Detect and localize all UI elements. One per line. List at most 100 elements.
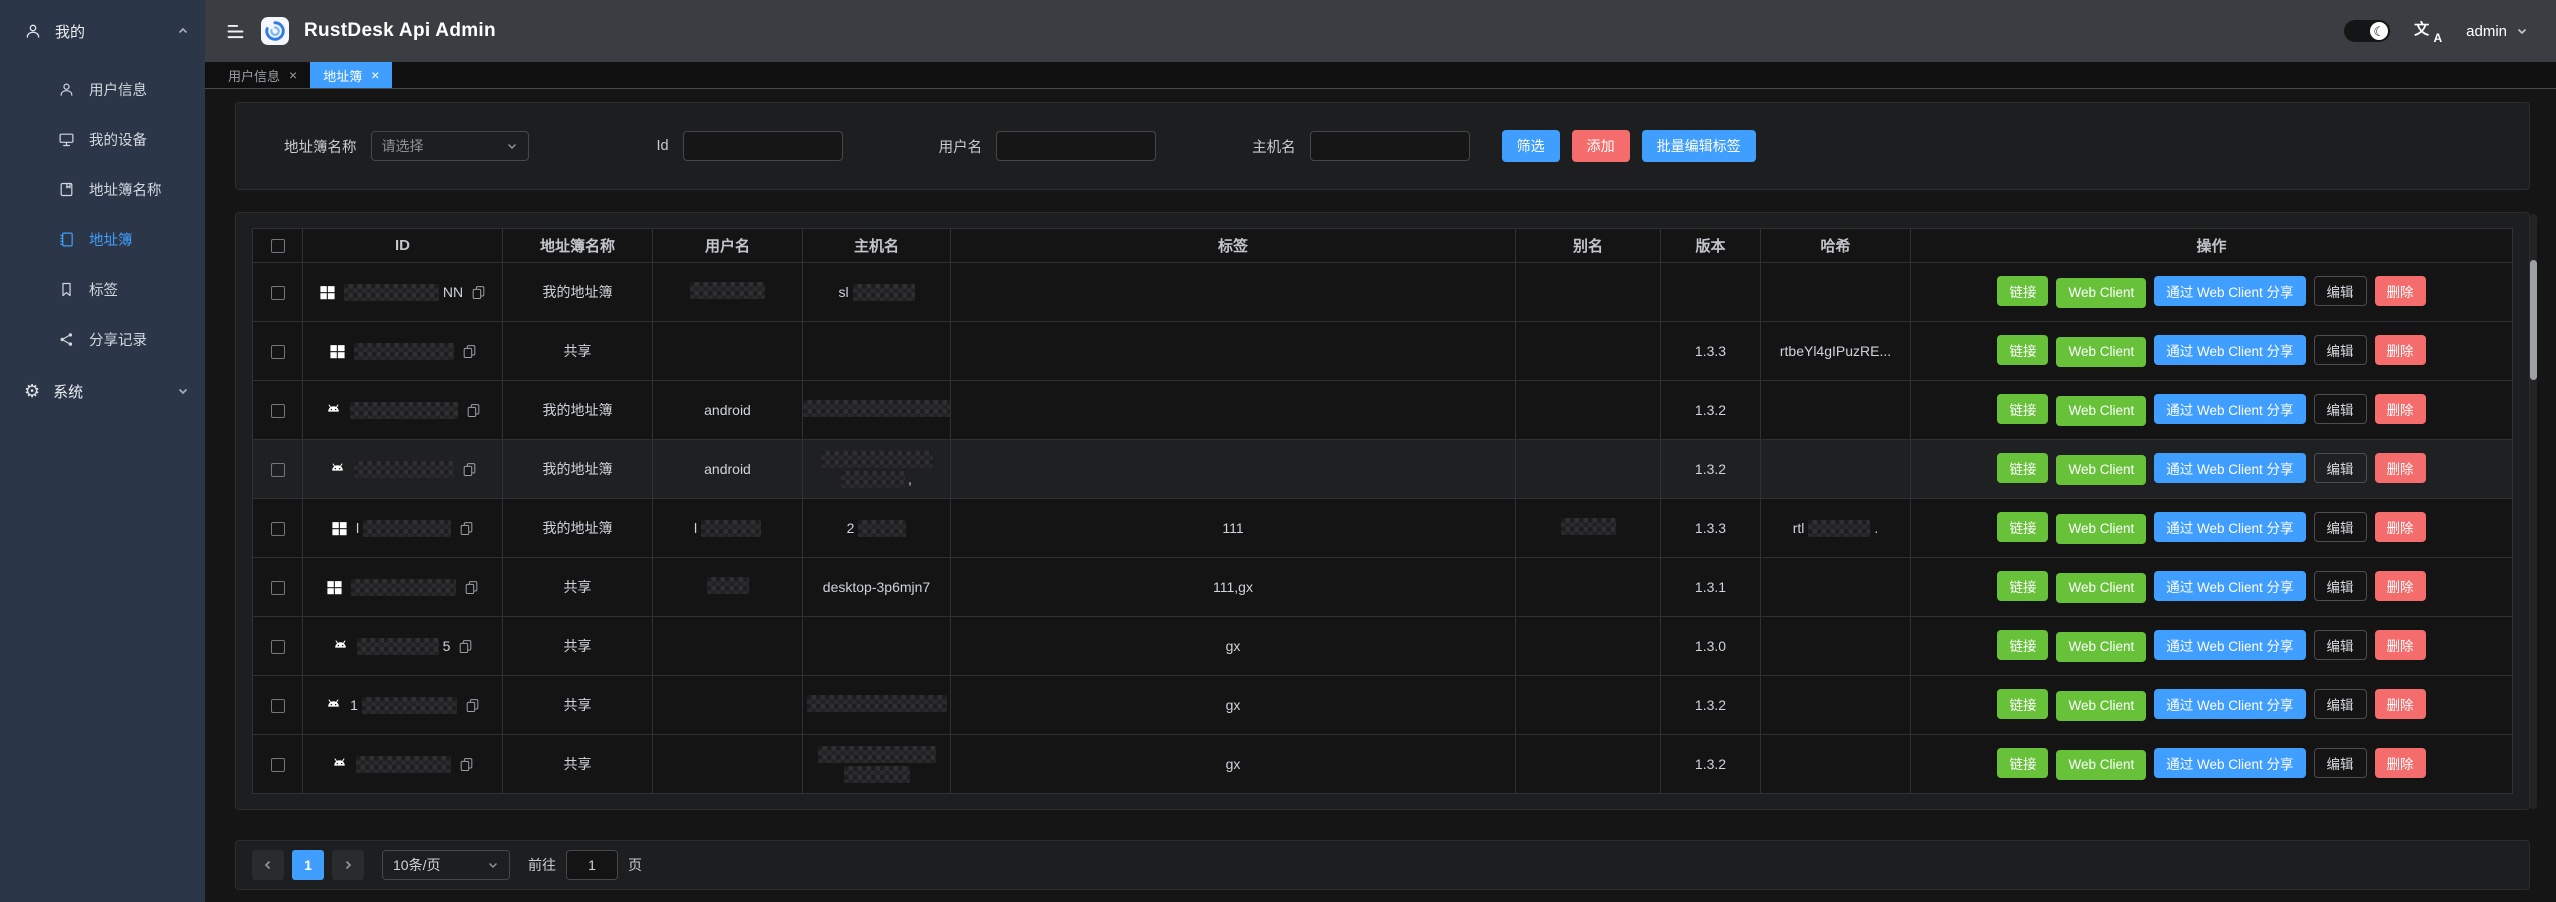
tab-close-icon[interactable]: × — [371, 68, 379, 82]
link-button[interactable]: 链接 — [1997, 276, 2048, 306]
link-button[interactable]: 链接 — [1997, 335, 2048, 365]
table-scrollbar-thumb[interactable] — [2530, 260, 2537, 380]
sidebar-item-我的设备[interactable]: 我的设备 — [0, 114, 205, 164]
username-label: 用户名 — [939, 136, 983, 157]
sidebar: 我的 用户信息我的设备地址簿名称地址簿标签分享记录 ⚙ 系统 — [0, 0, 205, 902]
dark-mode-toggle[interactable]: ☾ — [2344, 20, 2390, 42]
next-page-button[interactable] — [332, 850, 364, 880]
sidebar-item-system[interactable]: ⚙ 系统 — [0, 366, 205, 416]
share-web-client-button[interactable]: 通过 Web Client 分享 — [2154, 748, 2305, 778]
share-web-client-button[interactable]: 通过 Web Client 分享 — [2154, 630, 2305, 660]
sidebar-item-地址簿[interactable]: 地址簿 — [0, 214, 205, 264]
row-checkbox[interactable] — [271, 699, 285, 713]
share-web-client-button[interactable]: 通过 Web Client 分享 — [2154, 689, 2305, 719]
id-cell: l — [303, 520, 502, 537]
link-button[interactable]: 链接 — [1997, 748, 2048, 778]
address-book-name-select[interactable]: 请选择 — [371, 131, 529, 161]
prev-page-button[interactable] — [252, 850, 284, 880]
copy-icon[interactable] — [458, 639, 473, 654]
web-client-button[interactable]: Web Client — [2056, 691, 2146, 721]
column-header-操作: 操作 — [1911, 229, 2513, 263]
row-checkbox[interactable] — [271, 463, 285, 477]
tab-用户信息[interactable]: 用户信息× — [215, 62, 310, 88]
sidebar-item-地址簿名称[interactable]: 地址簿名称 — [0, 164, 205, 214]
link-button[interactable]: 链接 — [1997, 571, 2048, 601]
edit-button[interactable]: 编辑 — [2314, 335, 2367, 365]
edit-button[interactable]: 编辑 — [2314, 453, 2367, 483]
link-button[interactable]: 链接 — [1997, 630, 2048, 660]
username-input[interactable] — [996, 131, 1156, 161]
share-web-client-button[interactable]: 通过 Web Client 分享 — [2154, 453, 2305, 483]
row-checkbox[interactable] — [271, 581, 285, 595]
copy-icon[interactable] — [459, 757, 474, 772]
copy-icon[interactable] — [462, 462, 477, 477]
edit-button[interactable]: 编辑 — [2314, 748, 2367, 778]
page-number-button[interactable]: 1 — [292, 850, 324, 880]
sidebar-group-my[interactable]: 我的 — [0, 0, 205, 62]
web-client-button[interactable]: Web Client — [2056, 337, 2146, 367]
share-web-client-button[interactable]: 通过 Web Client 分享 — [2154, 571, 2305, 601]
edit-button[interactable]: 编辑 — [2314, 512, 2367, 542]
row-checkbox[interactable] — [271, 758, 285, 772]
edit-button[interactable]: 编辑 — [2314, 276, 2367, 306]
id-input[interactable] — [683, 131, 843, 161]
edit-button[interactable]: 编辑 — [2314, 630, 2367, 660]
delete-button[interactable]: 删除 — [2375, 394, 2426, 424]
row-checkbox[interactable] — [271, 640, 285, 654]
delete-button[interactable]: 删除 — [2375, 571, 2426, 601]
edit-button[interactable]: 编辑 — [2314, 689, 2367, 719]
tab-地址簿[interactable]: 地址簿× — [310, 62, 392, 88]
copy-icon[interactable] — [462, 344, 477, 359]
notebook-icon — [58, 231, 75, 248]
goto-page-input[interactable] — [566, 850, 618, 880]
copy-icon[interactable] — [466, 403, 481, 418]
batch-edit-tags-button[interactable]: 批量编辑标签 — [1642, 130, 1756, 162]
web-client-button[interactable]: Web Client — [2056, 396, 2146, 426]
link-button[interactable]: 链接 — [1997, 689, 2048, 719]
sidebar-item-分享记录[interactable]: 分享记录 — [0, 314, 205, 364]
delete-button[interactable]: 删除 — [2375, 689, 2426, 719]
link-button[interactable]: 链接 — [1997, 394, 2048, 424]
row-checkbox[interactable] — [271, 404, 285, 418]
cell-username: android — [653, 381, 803, 440]
copy-icon[interactable] — [471, 285, 486, 300]
copy-icon[interactable] — [465, 698, 480, 713]
sidebar-item-标签[interactable]: 标签 — [0, 264, 205, 314]
delete-button[interactable]: 删除 — [2375, 453, 2426, 483]
share-web-client-button[interactable]: 通过 Web Client 分享 — [2154, 276, 2305, 306]
web-client-button[interactable]: Web Client — [2056, 750, 2146, 780]
delete-button[interactable]: 删除 — [2375, 512, 2426, 542]
edit-button[interactable]: 编辑 — [2314, 571, 2367, 601]
edit-button[interactable]: 编辑 — [2314, 394, 2367, 424]
menu-fold-icon[interactable] — [225, 21, 246, 42]
user-menu[interactable]: admin — [2466, 23, 2528, 40]
select-all-checkbox[interactable] — [271, 239, 285, 253]
page-size-select[interactable]: 10条/页 — [382, 850, 510, 880]
filter-button[interactable]: 筛选 — [1502, 130, 1560, 162]
filter-panel: 地址簿名称 请选择 Id 用户名 主机名 筛选添加批量编辑标签 — [235, 102, 2530, 190]
share-web-client-button[interactable]: 通过 Web Client 分享 — [2154, 335, 2305, 365]
copy-icon[interactable] — [464, 580, 479, 595]
copy-icon[interactable] — [459, 521, 474, 536]
delete-button[interactable]: 删除 — [2375, 276, 2426, 306]
web-client-button[interactable]: Web Client — [2056, 278, 2146, 308]
delete-button[interactable]: 删除 — [2375, 748, 2426, 778]
link-button[interactable]: 链接 — [1997, 453, 2048, 483]
web-client-button[interactable]: Web Client — [2056, 514, 2146, 544]
link-button[interactable]: 链接 — [1997, 512, 2048, 542]
row-checkbox[interactable] — [271, 522, 285, 536]
sidebar-item-用户信息[interactable]: 用户信息 — [0, 64, 205, 114]
row-checkbox[interactable] — [271, 345, 285, 359]
web-client-button[interactable]: Web Client — [2056, 573, 2146, 603]
row-checkbox[interactable] — [271, 286, 285, 300]
tab-close-icon[interactable]: × — [289, 68, 297, 82]
web-client-button[interactable]: Web Client — [2056, 632, 2146, 662]
share-web-client-button[interactable]: 通过 Web Client 分享 — [2154, 394, 2305, 424]
delete-button[interactable]: 删除 — [2375, 630, 2426, 660]
delete-button[interactable]: 删除 — [2375, 335, 2426, 365]
share-web-client-button[interactable]: 通过 Web Client 分享 — [2154, 512, 2305, 542]
web-client-button[interactable]: Web Client — [2056, 455, 2146, 485]
add-button[interactable]: 添加 — [1572, 130, 1630, 162]
hostname-input[interactable] — [1310, 131, 1470, 161]
translate-icon[interactable]: 文A — [2414, 18, 2442, 44]
